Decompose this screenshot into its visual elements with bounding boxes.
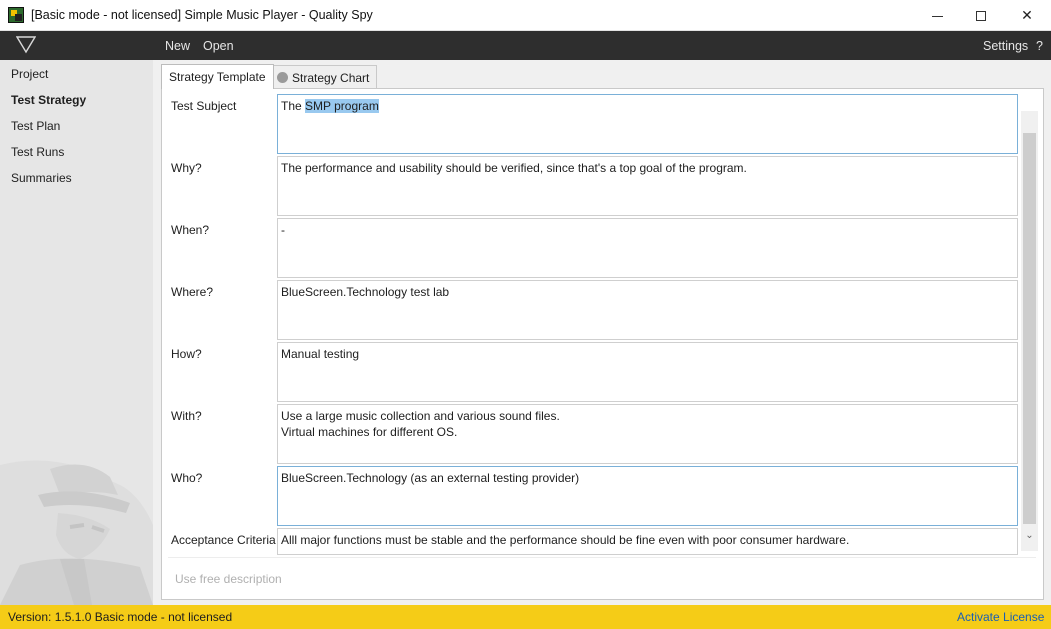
how-field[interactable]: Manual testing — [277, 342, 1018, 402]
tab-label: Strategy Template — [169, 70, 266, 84]
navigation-toggle-icon[interactable] — [16, 36, 36, 54]
field-label-how: How? — [171, 347, 202, 361]
use-free-description-option[interactable]: Use free description — [175, 572, 282, 586]
version-status-text: Version: 1.5.1.0 Basic mode - not licens… — [8, 610, 233, 624]
sidebar-item-test-plan[interactable]: Test Plan — [11, 119, 60, 133]
help-menu-item[interactable]: ? — [1036, 39, 1043, 53]
selected-text: SMP program — [305, 99, 379, 113]
minimize-icon — [931, 16, 943, 17]
why-field[interactable]: The performance and usability should be … — [277, 156, 1018, 216]
window-title: [Basic mode - not licensed] Simple Music… — [31, 8, 373, 22]
field-text: The — [281, 99, 306, 113]
tab-strategy-template[interactable]: Strategy Template — [161, 64, 274, 89]
field-label-why: Why? — [171, 161, 202, 175]
title-bar: [Basic mode - not licensed] Simple Music… — [0, 0, 1051, 31]
strategy-template-panel: Test Subject The SMP program Why? The pe… — [161, 88, 1044, 600]
spy-mascot-illustration — [0, 460, 153, 605]
when-field[interactable]: - — [277, 218, 1018, 278]
activate-license-link[interactable]: Activate License — [957, 610, 1044, 624]
scroll-down-icon[interactable]: ⌄ — [1024, 530, 1035, 541]
field-label-test-subject: Test Subject — [171, 99, 237, 113]
field-label-who: Who? — [171, 471, 203, 485]
sidebar-item-test-runs[interactable]: Test Runs — [11, 145, 64, 159]
maximize-icon — [976, 10, 986, 21]
sidebar-item-summaries[interactable]: Summaries — [11, 171, 72, 185]
main-area: Strategy Template Strategy Chart Test Su… — [153, 60, 1051, 605]
status-bar: Version: 1.5.1.0 Basic mode - not licens… — [0, 605, 1051, 629]
field-label-acceptance-criteria: Acceptance Criteria — [171, 533, 276, 547]
vertical-scrollbar[interactable]: ⌄ — [1021, 111, 1038, 551]
sidebar-item-project[interactable]: Project — [11, 67, 48, 81]
sidebar: Project Test Strategy Test Plan Test Run… — [0, 60, 153, 605]
minimize-button[interactable] — [914, 0, 960, 31]
menu-bar: New Open Settings ? — [0, 31, 1051, 60]
scrollbar-thumb[interactable] — [1023, 133, 1036, 524]
field-label-with: With? — [171, 409, 202, 423]
with-field[interactable]: Use a large music collection and various… — [277, 404, 1018, 464]
open-menu-item[interactable]: Open — [203, 39, 234, 53]
chart-icon — [277, 72, 288, 83]
close-icon: ✕ — [1021, 7, 1033, 23]
maximize-button[interactable] — [958, 0, 1004, 31]
sidebar-item-test-strategy[interactable]: Test Strategy — [11, 93, 86, 107]
tab-label: Strategy Chart — [292, 71, 370, 85]
acceptance-criteria-field[interactable]: Alll major functions must be stable and … — [277, 528, 1018, 555]
tab-strategy-chart[interactable]: Strategy Chart — [271, 65, 378, 88]
field-label-where: Where? — [171, 285, 214, 299]
test-subject-field[interactable]: The SMP program — [277, 94, 1018, 154]
divider — [168, 557, 1036, 558]
who-field[interactable]: BlueScreen.Technology (as an external te… — [277, 466, 1018, 526]
new-menu-item[interactable]: New — [165, 39, 190, 53]
close-button[interactable]: ✕ — [1004, 0, 1050, 31]
settings-menu-item[interactable]: Settings — [983, 39, 1028, 53]
field-label-when: When? — [171, 223, 210, 237]
where-field[interactable]: BlueScreen.Technology test lab — [277, 280, 1018, 340]
app-icon — [8, 7, 24, 23]
